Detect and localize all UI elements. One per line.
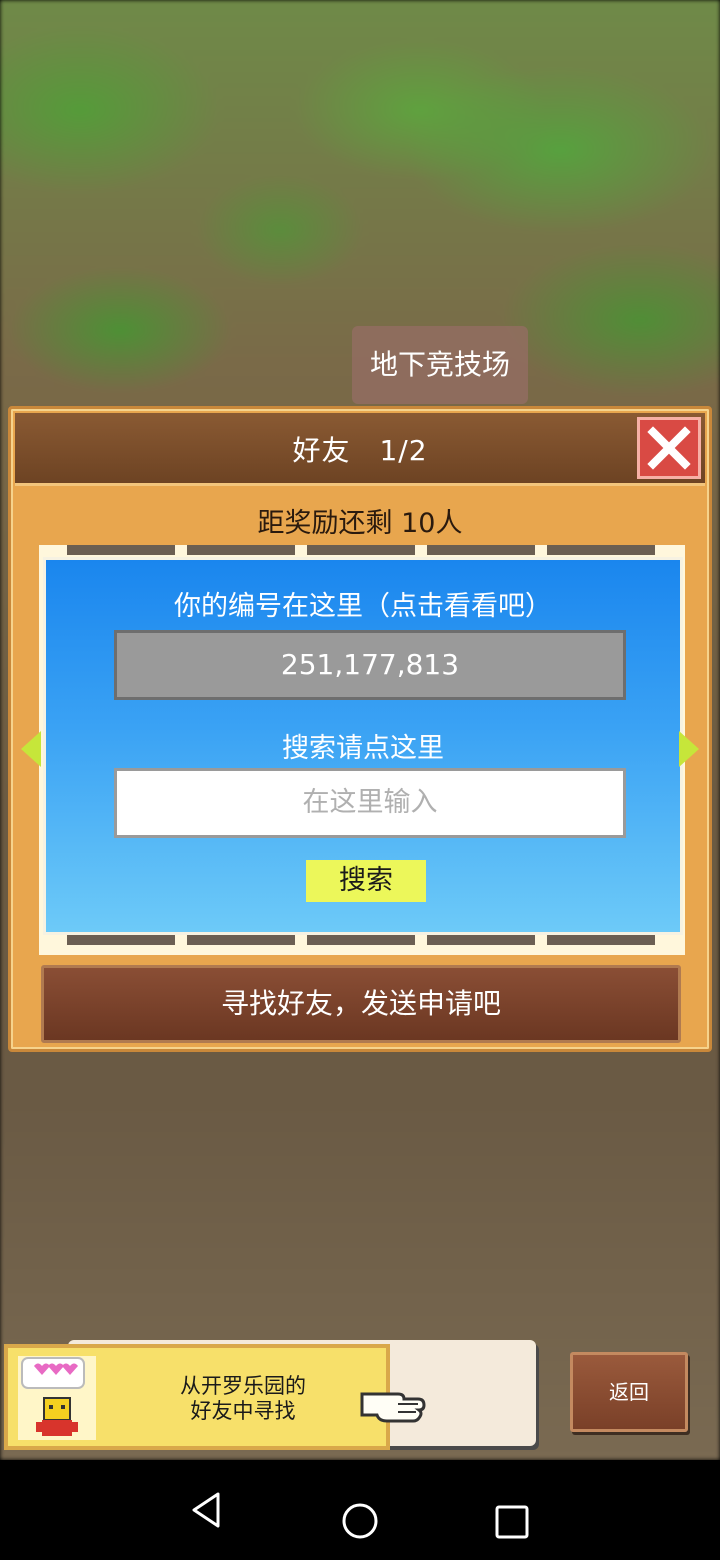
frame-stripe	[307, 545, 415, 555]
dialog-title: 好友 1/2	[292, 434, 428, 467]
nav-recents-button[interactable]	[494, 1504, 530, 1544]
friend-search-panel: 你的编号在这里（点击看看吧） 251,177,813 搜索请点这里 在这里输入 …	[43, 557, 683, 935]
frame-stripe	[67, 935, 175, 945]
cairo-friends-text: 从开罗乐园的 好友中寻找	[128, 1374, 358, 1424]
back-button[interactable]: 返回	[570, 1352, 688, 1432]
frame-stripe	[187, 935, 295, 945]
cairo-text-line1: 从开罗乐园的	[180, 1374, 306, 1398]
arrow-left-icon[interactable]	[21, 731, 41, 767]
cairo-friends-button[interactable]: 从开罗乐园的 好友中寻找	[4, 1344, 390, 1450]
frame-stripe	[427, 935, 535, 945]
close-button[interactable]	[637, 417, 701, 479]
nav-back-button[interactable]	[188, 1490, 224, 1534]
venue-label: 地下竞技场	[352, 326, 528, 404]
nav-home-button[interactable]	[341, 1502, 379, 1544]
frame-stripe	[67, 545, 175, 555]
frame-stripe	[427, 545, 535, 555]
frame-stripe	[547, 545, 655, 555]
frame-stripe	[307, 935, 415, 945]
search-button[interactable]: 搜索	[306, 860, 426, 902]
nav-back-icon	[192, 1492, 220, 1528]
arrow-right-icon[interactable]	[679, 731, 699, 767]
kairo-character-icon	[18, 1356, 96, 1440]
player-id-label: 你的编号在这里（点击看看吧）	[174, 591, 552, 622]
frame-stripe	[547, 935, 655, 945]
dialog-header: 好友 1/2	[15, 413, 705, 486]
reward-remaining-text: 距奖励还剩 10人	[257, 508, 463, 539]
android-nav-bar	[0, 1460, 720, 1560]
search-input[interactable]: 在这里输入	[114, 768, 626, 838]
cairo-text-line2: 好友中寻找	[190, 1399, 296, 1423]
frame-stripe	[187, 545, 295, 555]
player-id-box[interactable]: 251,177,813	[114, 630, 626, 700]
friends-dialog: 好友 1/2 距奖励还剩 10人 你的编号在这里（点击看看吧） 251,177,…	[8, 406, 712, 1052]
search-label: 搜索请点这里	[282, 733, 444, 764]
find-friends-button[interactable]: 寻找好友，发送申请吧	[41, 965, 681, 1043]
nav-home-icon	[342, 1503, 378, 1539]
close-icon	[647, 426, 691, 470]
pointing-hand-icon	[358, 1380, 428, 1430]
nav-recents-icon	[495, 1505, 529, 1539]
